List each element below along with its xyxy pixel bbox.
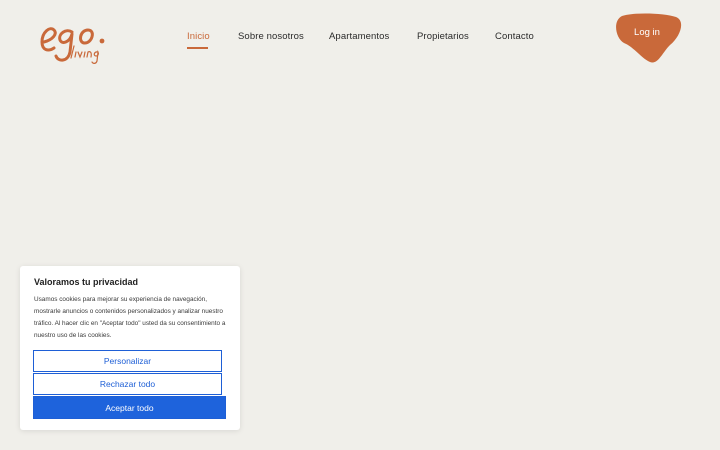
cookie-banner-title: Valoramos tu privacidad [34, 277, 139, 287]
login-button-shape[interactable] [614, 13, 684, 65]
reject-all-cookies-button[interactable]: Rechazar todo [33, 373, 222, 395]
nav-active-indicator [187, 47, 208, 49]
page: Inicio Sobre nosotros Apartamentos Propi… [0, 0, 720, 450]
customize-cookies-button[interactable]: Personalizar [33, 350, 222, 372]
nav-item-propietarios[interactable]: Propietarios [417, 31, 469, 42]
cookie-consent-banner: Valoramos tu privacidad Usamos cookies p… [20, 266, 240, 430]
nav-item-inicio[interactable]: Inicio [187, 31, 210, 42]
main-navigation: Inicio Sobre nosotros Apartamentos Propi… [0, 0, 720, 75]
cookie-banner-text: Usamos cookies para mejorar su experienc… [34, 296, 226, 339]
nav-item-apartamentos[interactable]: Apartamentos [329, 31, 389, 42]
login-button[interactable]: Log in [614, 27, 680, 38]
nav-item-sobre-nosotros[interactable]: Sobre nosotros [238, 31, 304, 42]
nav-item-contacto[interactable]: Contacto [495, 31, 534, 42]
accept-all-cookies-button[interactable]: Aceptar todo [33, 396, 226, 419]
